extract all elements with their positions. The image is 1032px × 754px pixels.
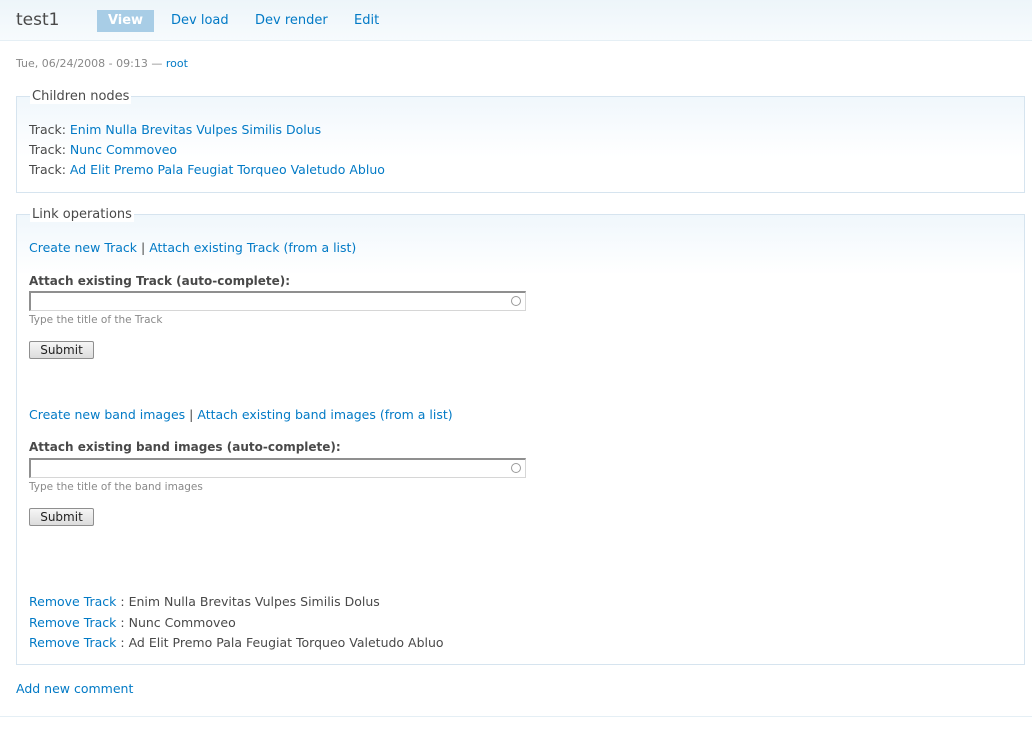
children-nodes-fieldset: Children nodes Track: Enim Nulla Brevita… <box>16 89 1025 193</box>
child-item: Track: Nunc Commoveo <box>29 142 177 157</box>
author-link[interactable]: root <box>166 57 188 70</box>
attach-track-input[interactable] <box>29 291 526 311</box>
remove-separator: : <box>116 594 129 609</box>
autocomplete-throbber-icon <box>511 463 521 473</box>
submitted-date: Tue, 06/24/2008 - 09:13 — <box>16 57 166 70</box>
band-links-row: Create new band images | Attach existing… <box>29 407 453 422</box>
create-band-images-link[interactable]: Create new band images <box>29 407 185 422</box>
child-link[interactable]: Ad Elit Premo Pala Feugiat Torqueo Valet… <box>70 162 385 177</box>
child-type-label: Track: <box>29 142 70 157</box>
add-comment-link[interactable]: Add new comment <box>16 681 133 696</box>
autocomplete-throbber-icon <box>511 296 521 306</box>
attach-track-label: Attach existing Track (auto-complete): <box>29 274 291 288</box>
track-links-row: Create new Track | Attach existing Track… <box>29 240 356 255</box>
submit-track-button[interactable]: Submit <box>29 341 94 359</box>
remove-track-link[interactable]: Remove Track <box>29 615 116 630</box>
separator: | <box>185 407 198 422</box>
create-track-link[interactable]: Create new Track <box>29 240 137 255</box>
remove-track-link[interactable]: Remove Track <box>29 594 116 609</box>
child-item: Track: Ad Elit Premo Pala Feugiat Torque… <box>29 162 385 177</box>
submitted-info: Tue, 06/24/2008 - 09:13 — root <box>16 57 188 70</box>
attach-track-list-link[interactable]: Attach existing Track (from a list) <box>149 240 356 255</box>
remove-track-row: Remove Track : Ad Elit Premo Pala Feugia… <box>29 635 444 650</box>
attach-band-images-label: Attach existing band images (auto-comple… <box>29 440 341 454</box>
remove-separator: : <box>116 635 129 650</box>
remove-track-title: Ad Elit Premo Pala Feugiat Torqueo Valet… <box>128 635 444 650</box>
remove-track-link[interactable]: Remove Track <box>29 635 116 650</box>
child-type-label: Track: <box>29 162 70 177</box>
separator: | <box>137 240 150 255</box>
tab-edit[interactable]: Edit <box>354 13 379 28</box>
remove-track-row: Remove Track : Nunc Commoveo <box>29 615 236 630</box>
tab-view[interactable]: View <box>97 10 154 32</box>
child-link[interactable]: Nunc Commoveo <box>70 142 177 157</box>
attach-band-images-list-link[interactable]: Attach existing band images (from a list… <box>197 407 452 422</box>
remove-track-title: Enim Nulla Brevitas Vulpes Similis Dolus <box>128 594 380 609</box>
link-operations-legend: Link operations <box>30 207 134 222</box>
remove-separator: : <box>116 615 129 630</box>
remove-track-row: Remove Track : Enim Nulla Brevitas Vulpe… <box>29 594 380 609</box>
divider <box>0 716 1032 717</box>
children-legend: Children nodes <box>30 89 132 104</box>
tab-dev-load[interactable]: Dev load <box>171 13 229 28</box>
submit-band-images-button[interactable]: Submit <box>29 508 94 526</box>
attach-band-images-input[interactable] <box>29 458 526 478</box>
page-header: test1 View Dev load Dev render Edit <box>0 0 1032 41</box>
page-title: test1 <box>16 10 60 30</box>
child-link[interactable]: Enim Nulla Brevitas Vulpes Similis Dolus <box>70 122 321 137</box>
child-item: Track: Enim Nulla Brevitas Vulpes Simili… <box>29 122 321 137</box>
link-operations-fieldset: Link operations Create new Track | Attac… <box>16 207 1025 665</box>
tab-dev-render[interactable]: Dev render <box>255 13 328 28</box>
child-type-label: Track: <box>29 122 70 137</box>
attach-band-images-description: Type the title of the band images <box>29 481 203 493</box>
remove-track-title: Nunc Commoveo <box>128 615 236 630</box>
attach-track-description: Type the title of the Track <box>29 314 163 326</box>
